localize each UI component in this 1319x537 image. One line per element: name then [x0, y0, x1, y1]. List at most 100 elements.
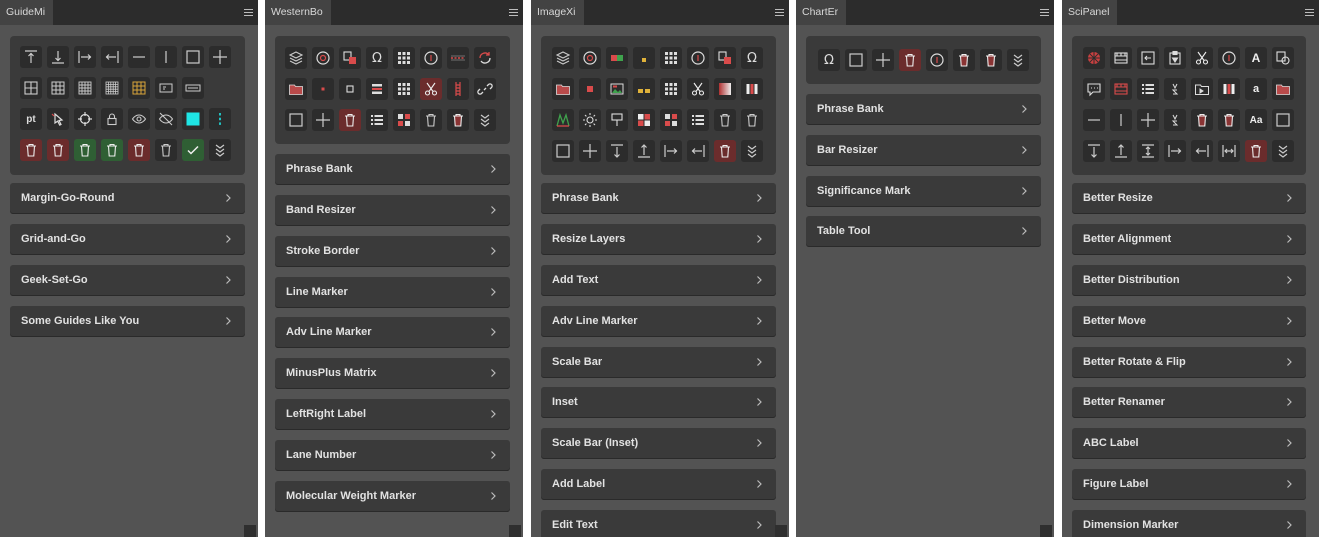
stroke-border-button[interactable]: Stroke Border: [275, 236, 510, 267]
trash-icon[interactable]: [20, 139, 42, 161]
some-guides-like-you-button[interactable]: Some Guides Like You: [10, 306, 245, 337]
geek-set-go-button[interactable]: Geek-Set-Go: [10, 265, 245, 296]
align-bottom-icon[interactable]: [633, 140, 655, 162]
list-icon[interactable]: [366, 109, 388, 131]
scissors-icon[interactable]: [420, 78, 442, 100]
square-icon[interactable]: [845, 49, 867, 71]
dimension-marker-button[interactable]: Dimension Marker: [1072, 510, 1306, 537]
omega-icon[interactable]: Ω: [366, 47, 388, 69]
info-icon[interactable]: [926, 49, 948, 71]
trash-icon[interactable]: [420, 109, 442, 131]
line-marker-button[interactable]: Line Marker: [275, 277, 510, 308]
trash-icon[interactable]: [980, 49, 1002, 71]
color-wheel-icon[interactable]: [1083, 47, 1105, 69]
square-icon[interactable]: [1272, 109, 1294, 131]
panel-tab[interactable]: ChartEr: [796, 0, 847, 25]
cyan-dots-icon[interactable]: [209, 108, 231, 130]
bands-icon[interactable]: [366, 78, 388, 100]
expand-down-icon[interactable]: [1007, 49, 1029, 71]
panel-tab[interactable]: GuideMi: [0, 0, 54, 25]
curve-icon[interactable]: [552, 109, 574, 131]
leftright-label-button[interactable]: LeftRight Label: [275, 399, 510, 430]
grid-dots-icon[interactable]: [393, 78, 415, 100]
align-right-icon[interactable]: [1191, 140, 1213, 162]
grid-3x3-icon[interactable]: [47, 77, 69, 99]
trash-red-icon[interactable]: [714, 140, 736, 162]
vertical-line-icon[interactable]: [155, 46, 177, 68]
crosshair-icon[interactable]: [74, 108, 96, 130]
trash-red-icon[interactable]: [339, 109, 361, 131]
panel-menu-icon[interactable]: [244, 9, 253, 16]
align-right-icon[interactable]: [101, 46, 123, 68]
sort-icon[interactable]: [1164, 109, 1186, 131]
resize-grip[interactable]: [1040, 525, 1052, 537]
trash-icon[interactable]: [1218, 109, 1240, 131]
plus-icon[interactable]: [1137, 109, 1159, 131]
resize-grip[interactable]: [244, 525, 256, 537]
grid-red-icon[interactable]: [393, 109, 415, 131]
minusplus-matrix-button[interactable]: MinusPlus Matrix: [275, 358, 510, 389]
grid-red-icon[interactable]: [660, 109, 682, 131]
folder-icon[interactable]: [285, 78, 307, 100]
folder-icon[interactable]: [552, 78, 574, 100]
grid-4x4-icon[interactable]: [74, 77, 96, 99]
plus-icon[interactable]: [312, 109, 334, 131]
expand-down-icon[interactable]: [209, 139, 231, 161]
film-icon[interactable]: [1110, 47, 1132, 69]
square-icon[interactable]: [285, 109, 307, 131]
cyan-square-icon[interactable]: [182, 108, 204, 130]
add-label-button[interactable]: Add Label: [541, 469, 776, 500]
film-red-icon[interactable]: [1110, 78, 1132, 100]
resize-grip[interactable]: [509, 525, 521, 537]
square-icon[interactable]: [552, 140, 574, 162]
trash-icon[interactable]: [47, 139, 69, 161]
edit-text-button[interactable]: Edit Text: [541, 510, 776, 537]
small-square-icon[interactable]: [339, 78, 361, 100]
trash-icon[interactable]: [128, 139, 150, 161]
phrase-bank-button[interactable]: Phrase Bank: [275, 154, 510, 185]
comment-icon[interactable]: [1083, 78, 1105, 100]
align-left-icon[interactable]: [660, 140, 682, 162]
scissors-icon[interactable]: [687, 78, 709, 100]
bar-resizer-button[interactable]: Bar Resizer: [806, 135, 1041, 166]
image-icon[interactable]: [606, 78, 628, 100]
import-icon[interactable]: [1137, 47, 1159, 69]
grid-gold-icon[interactable]: [128, 77, 150, 99]
better-alignment-button[interactable]: Better Alignment: [1072, 224, 1306, 255]
better-resize-button[interactable]: Better Resize: [1072, 183, 1306, 214]
ladder-icon[interactable]: [447, 78, 469, 100]
target-icon[interactable]: [579, 47, 601, 69]
margin-go-round-button[interactable]: Margin-Go-Round: [10, 183, 245, 214]
omega-icon[interactable]: Ω: [741, 47, 763, 69]
scale-bar-button[interactable]: Scale Bar: [541, 347, 776, 378]
align-top-icon[interactable]: [606, 140, 628, 162]
sort-az-icon[interactable]: [1164, 78, 1186, 100]
folder-image-icon[interactable]: [1191, 78, 1213, 100]
target-icon[interactable]: [312, 47, 334, 69]
align-left-icon[interactable]: [1164, 140, 1186, 162]
red-green-icon[interactable]: [606, 47, 628, 69]
vertical-line-icon[interactable]: [1110, 109, 1132, 131]
table-tool-button[interactable]: Table Tool: [806, 216, 1041, 247]
bars-icon[interactable]: [741, 78, 763, 100]
grid-2x2-icon[interactable]: [20, 77, 42, 99]
trash-icon[interactable]: [714, 109, 736, 131]
align-hcenter-icon[interactable]: [1218, 140, 1240, 162]
add-text-button[interactable]: Add Text: [541, 265, 776, 296]
better-distribution-button[interactable]: Better Distribution: [1072, 265, 1306, 296]
align-top-icon[interactable]: [1083, 140, 1105, 162]
grid-and-go-button[interactable]: Grid-and-Go: [10, 224, 245, 255]
align-top-icon[interactable]: [20, 46, 42, 68]
sun-icon[interactable]: [579, 109, 601, 131]
trash-icon[interactable]: [447, 109, 469, 131]
trash-icon[interactable]: [741, 109, 763, 131]
bars-icon[interactable]: [1218, 78, 1240, 100]
list-icon[interactable]: [687, 109, 709, 131]
folder-icon[interactable]: [1272, 78, 1294, 100]
trash-green-icon[interactable]: [101, 139, 123, 161]
panel-tab[interactable]: WesternBo: [265, 0, 331, 25]
resize-layers-button[interactable]: Resize Layers: [541, 224, 776, 255]
omega-icon[interactable]: Ω: [818, 49, 840, 71]
panel-menu-icon[interactable]: [1305, 9, 1314, 16]
adv-line-marker-button[interactable]: Adv Line Marker: [541, 306, 776, 337]
